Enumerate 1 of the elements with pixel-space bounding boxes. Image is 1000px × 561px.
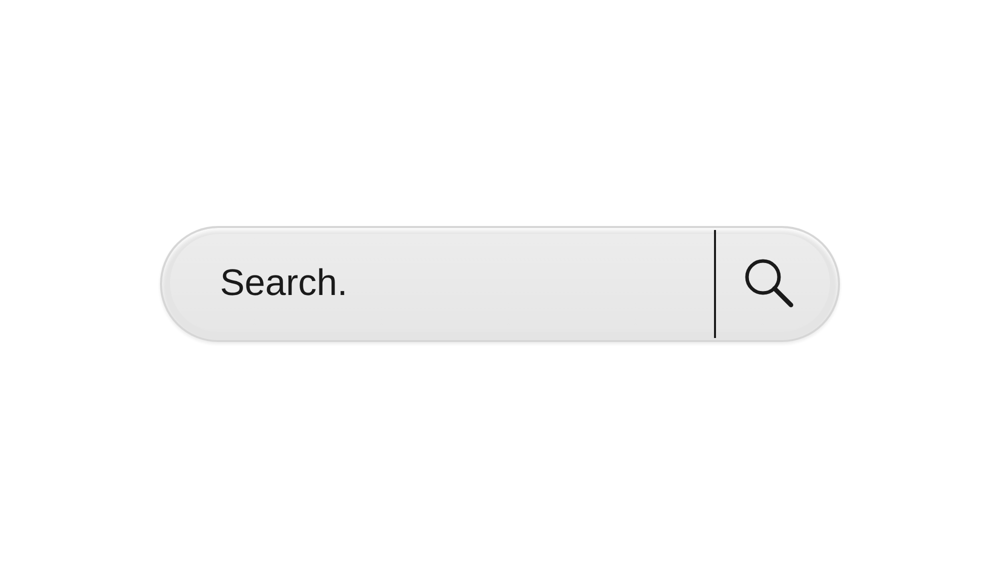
search-bar[interactable]: Search. [160,226,840,342]
